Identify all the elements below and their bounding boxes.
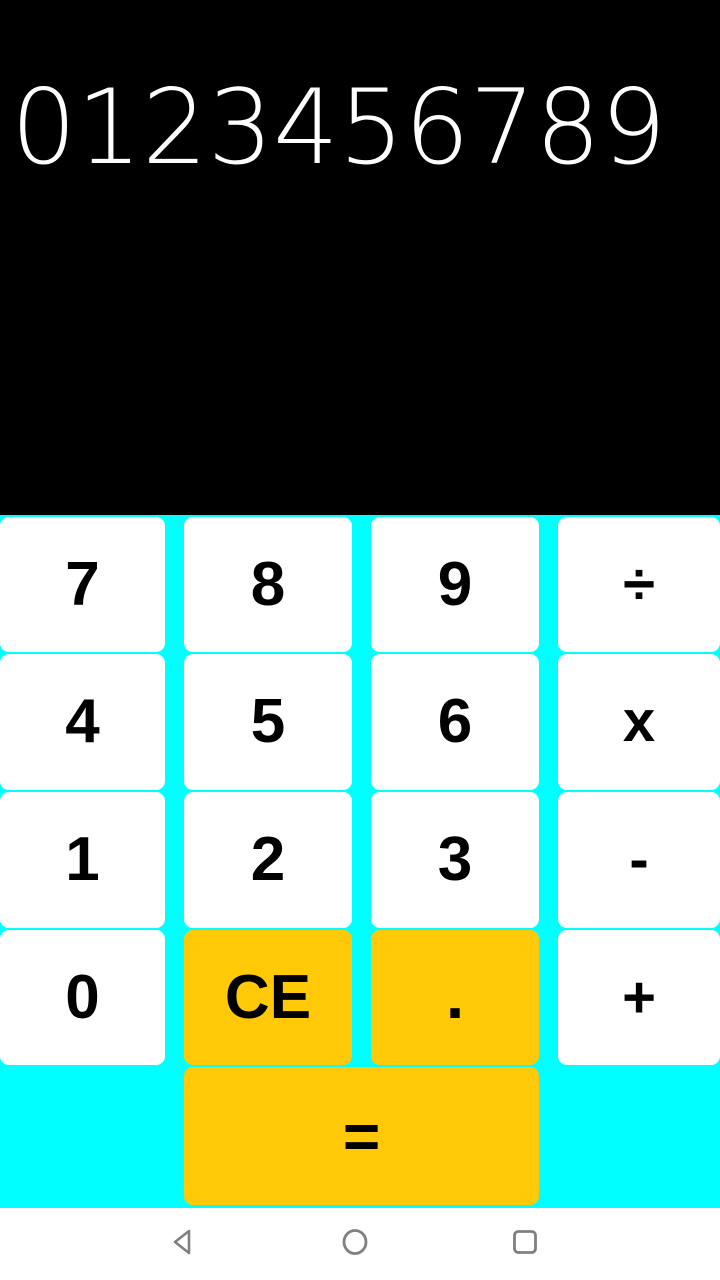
calculator-display: 0123456789 <box>0 0 720 515</box>
key-6[interactable]: 6 <box>371 654 539 790</box>
key-clear-entry[interactable]: CE <box>184 930 352 1065</box>
key-divide[interactable]: ÷ <box>558 517 720 652</box>
nav-home-button[interactable] <box>295 1208 415 1280</box>
key-plus[interactable]: + <box>558 930 720 1065</box>
nav-back-button[interactable] <box>122 1208 242 1280</box>
calculator-app-screen: 0123456789 7 8 9 ÷ 4 5 6 x 1 2 3 - 0 CE … <box>0 0 720 1280</box>
back-icon <box>165 1225 199 1264</box>
key-5[interactable]: 5 <box>184 654 352 790</box>
key-7[interactable]: 7 <box>0 517 165 652</box>
key-minus[interactable]: - <box>558 792 720 928</box>
key-1[interactable]: 1 <box>0 792 165 928</box>
display-value-text: 0123456789 <box>11 68 667 188</box>
key-3[interactable]: 3 <box>371 792 539 928</box>
calculator-keypad: 7 8 9 ÷ 4 5 6 x 1 2 3 - 0 CE . + = <box>0 515 720 1208</box>
key-multiply[interactable]: x <box>558 654 720 790</box>
key-8[interactable]: 8 <box>184 517 352 652</box>
nav-recents-button[interactable] <box>465 1208 585 1280</box>
key-4[interactable]: 4 <box>0 654 165 790</box>
home-icon <box>338 1225 372 1264</box>
key-equals[interactable]: = <box>184 1067 539 1205</box>
key-2[interactable]: 2 <box>184 792 352 928</box>
key-9[interactable]: 9 <box>371 517 539 652</box>
android-navigation-bar <box>0 1208 720 1280</box>
key-0[interactable]: 0 <box>0 930 165 1065</box>
key-decimal-point[interactable]: . <box>371 930 539 1065</box>
recents-icon <box>508 1225 542 1264</box>
